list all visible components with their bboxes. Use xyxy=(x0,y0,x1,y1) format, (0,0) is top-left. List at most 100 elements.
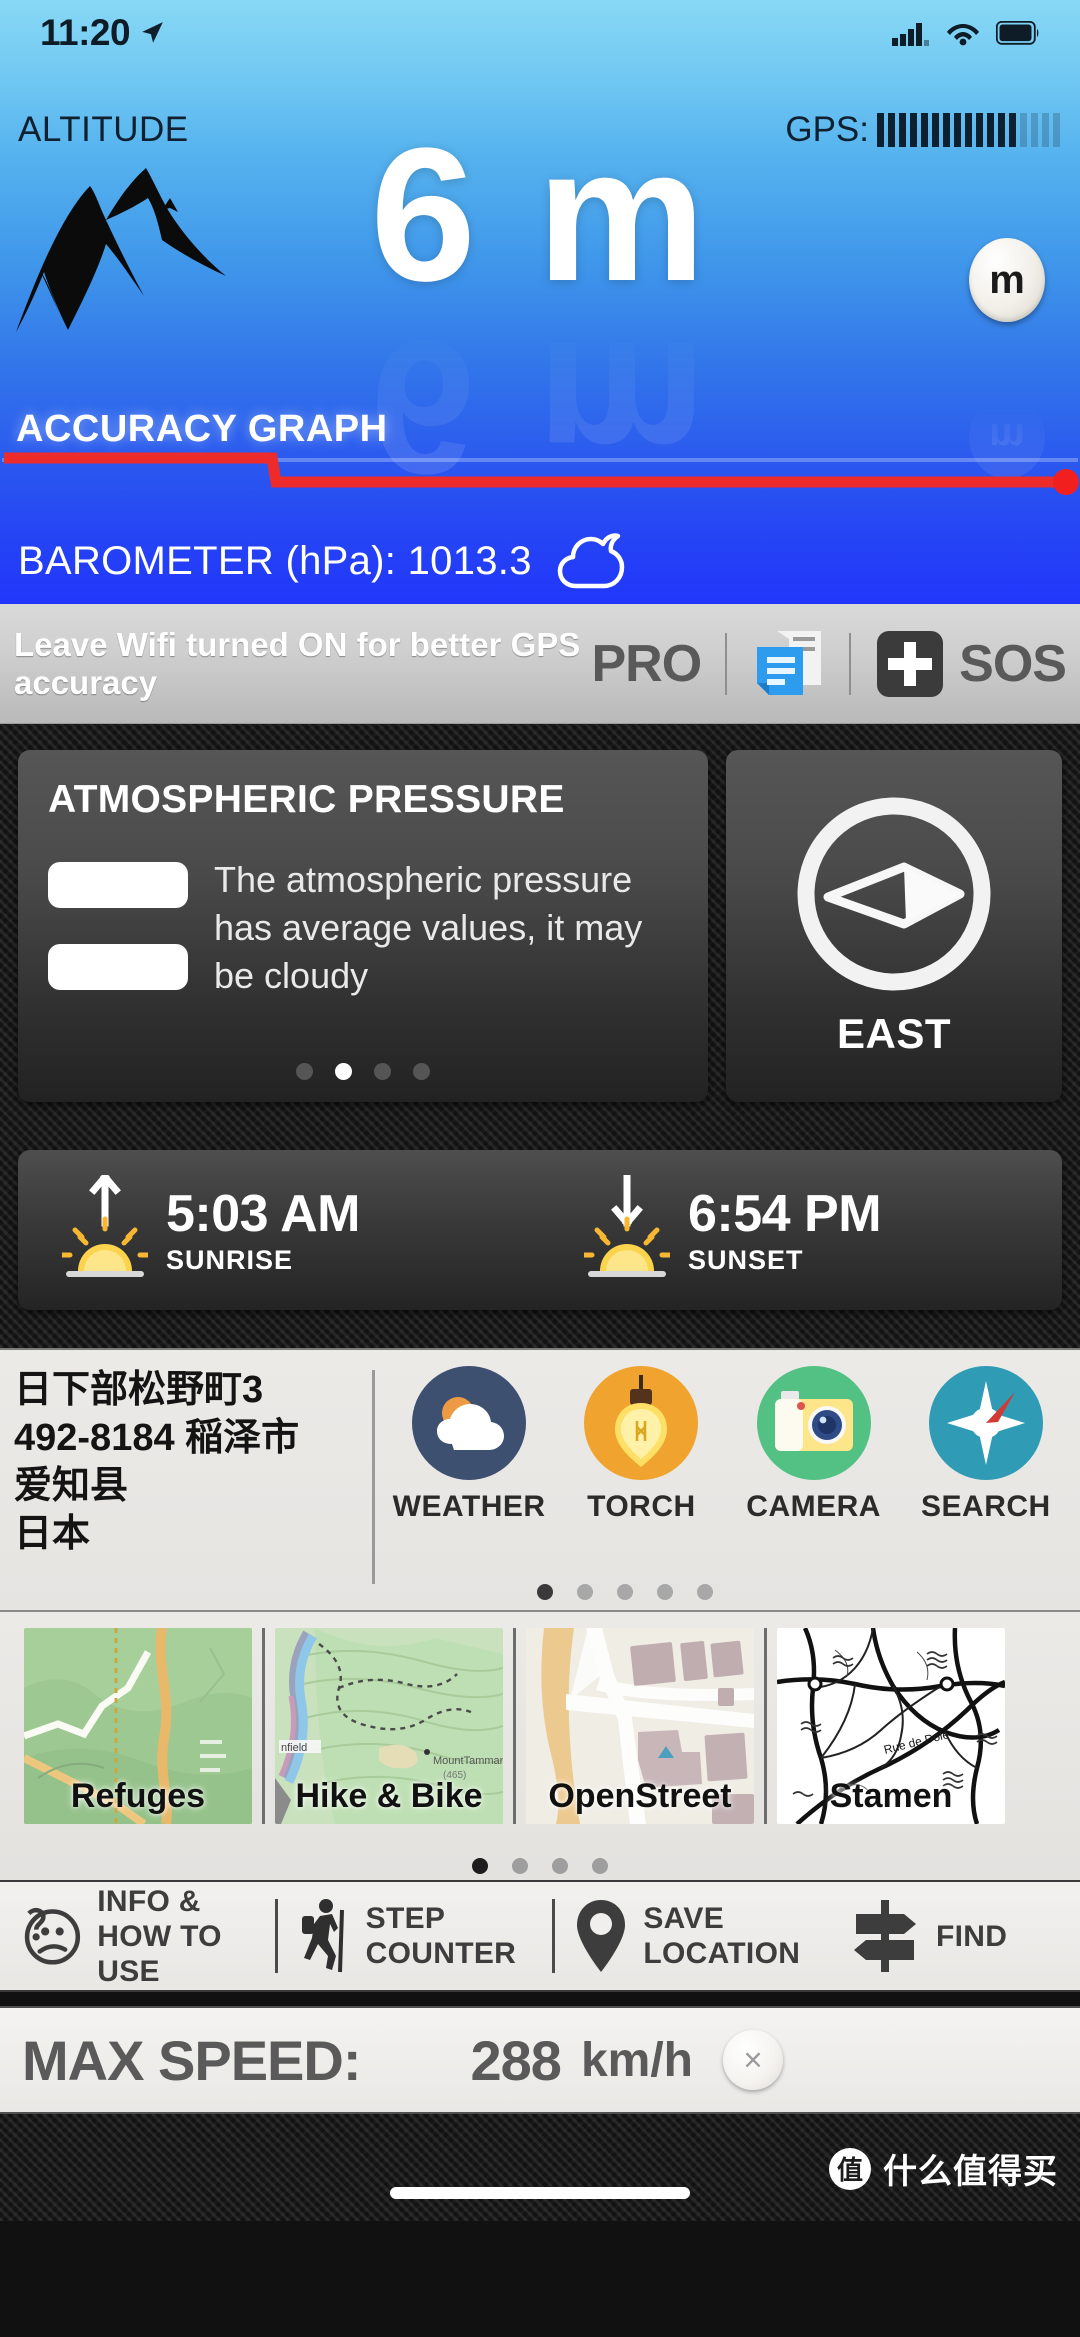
sunset-icon xyxy=(580,1173,674,1285)
max-speed-reset-button[interactable]: × xyxy=(722,2030,783,2090)
sunrise-text: 5:03 AM SUNRISE xyxy=(166,1185,360,1276)
tip-bar-actions: PRO SOS xyxy=(585,625,1080,703)
maps-pager[interactable] xyxy=(0,1858,1080,1874)
tip-bar: Leave Wifi turned ON for better GPS accu… xyxy=(0,604,1080,724)
map-pin-icon xyxy=(577,1900,626,1972)
address-line-1: 日下部松野町3 xyxy=(14,1369,264,1411)
equals-sign-icon xyxy=(48,856,188,1000)
unit-toggle-button[interactable]: m xyxy=(969,238,1045,322)
pager-dot[interactable] xyxy=(537,1584,553,1600)
confused-face-icon xyxy=(24,1907,81,1965)
map-item-stamen[interactable]: Rue de Dole Stamen xyxy=(777,1628,1005,1824)
wifi-icon xyxy=(947,24,979,46)
tool-label: CAMERA xyxy=(746,1490,881,1523)
map-item-hike-bike[interactable]: MountTammany (465) nfield Hike & Bike xyxy=(275,1628,503,1824)
accuracy-graph xyxy=(2,452,1079,495)
tools-row: 日下部松野町3 492-8184 稲泽市 爱知县 日本 WEATHER TORC… xyxy=(0,1348,1080,1610)
divider xyxy=(725,632,728,695)
pager-dot[interactable] xyxy=(617,1584,633,1600)
max-speed-unit: km/h xyxy=(580,2033,693,2087)
sunset-block: 6:54 PM SUNSET xyxy=(540,1173,1062,1285)
signpost-icon xyxy=(854,1900,917,1972)
tool-items: WEATHER TORCH CAMERA SEARCH xyxy=(375,1366,1080,1524)
max-speed-row: MAX SPEED: 288 km/h × xyxy=(0,2006,1080,2114)
actions-row: INFO & HOW TO USE STEP COUNTER SAVE LOCATIO… xyxy=(0,1880,1080,1992)
divider xyxy=(262,1628,265,1824)
pressure-card-pager[interactable] xyxy=(18,1063,708,1080)
max-speed-label: MAX SPEED: xyxy=(22,2028,361,2092)
sunset-time: 6:54 PM xyxy=(688,1184,882,1243)
compass-search-icon xyxy=(928,1366,1043,1480)
status-time: 11:20 xyxy=(40,12,131,53)
watermark-badge: 值 xyxy=(829,2147,871,2190)
hiker-icon xyxy=(301,1899,344,1973)
cloud-icon xyxy=(557,533,625,589)
barometer-text: BAROMETER (hPa): 1013.3 xyxy=(18,538,532,583)
tool-weather[interactable]: WEATHER xyxy=(384,1366,554,1524)
tool-torch[interactable]: TORCH xyxy=(556,1366,726,1524)
map-caption: OpenStreet xyxy=(548,1777,732,1815)
pager-dot[interactable] xyxy=(552,1858,568,1874)
pager-dot[interactable] xyxy=(657,1584,673,1600)
action-label: FIND xyxy=(936,1919,1008,1953)
sunrise-icon xyxy=(58,1172,152,1285)
action-label: INFO & HOW TO USE xyxy=(97,1884,222,1988)
status-bar: 11:20 xyxy=(0,0,1080,66)
sun-times-card[interactable]: 5:03 AM SUNRISE 6:54 PM SUNSET xyxy=(18,1150,1062,1310)
pager-dot[interactable] xyxy=(374,1063,391,1080)
divider xyxy=(849,632,852,695)
home-indicator[interactable] xyxy=(390,2187,690,2199)
action-label: STEP COUNTER xyxy=(365,1902,517,1970)
compass-needle-icon xyxy=(797,797,991,991)
sunset-caption: SUNSET xyxy=(688,1244,804,1275)
altitude-value: 6 m xyxy=(370,109,710,321)
news-document-icon[interactable] xyxy=(751,625,825,703)
cards-row: ATMOSPHERIC PRESSURE The atmospheric pre… xyxy=(0,724,1080,1136)
dashboard-carbon-section: ATMOSPHERIC PRESSURE The atmospheric pre… xyxy=(0,724,1080,1348)
weather-sun-cloud-icon xyxy=(412,1366,527,1480)
map-item-refuges[interactable]: Refuges xyxy=(24,1628,252,1824)
tool-camera[interactable]: CAMERA xyxy=(729,1366,899,1524)
pressure-card-title: ATMOSPHERIC PRESSURE xyxy=(48,778,565,821)
map-caption: Refuges xyxy=(70,1777,206,1815)
tool-label: TORCH xyxy=(587,1490,696,1523)
pager-dot[interactable] xyxy=(413,1063,430,1080)
pro-button[interactable]: PRO xyxy=(591,634,702,694)
pager-dot[interactable] xyxy=(592,1858,608,1874)
sunrise-block: 5:03 AM SUNRISE xyxy=(18,1172,540,1285)
map-caption: Hike & Bike xyxy=(295,1777,483,1815)
svg-text:MountTammany: MountTammany xyxy=(433,1755,503,1767)
tool-search[interactable]: SEARCH xyxy=(901,1366,1071,1524)
pager-dot[interactable] xyxy=(512,1858,528,1874)
address-line-3: 爱知县 xyxy=(14,1465,129,1507)
compass-card[interactable]: EAST xyxy=(726,750,1062,1102)
pager-dot[interactable] xyxy=(296,1063,313,1080)
address-line-2: 492-8184 稲泽市 xyxy=(14,1417,300,1459)
action-find[interactable]: FIND xyxy=(830,1898,1080,1974)
map-caption: Stamen xyxy=(829,1777,953,1815)
tools-pager[interactable] xyxy=(0,1584,1080,1600)
watermark: 值 什么值得买 xyxy=(829,2144,1058,2193)
battery-icon xyxy=(996,21,1039,45)
atmospheric-pressure-card[interactable]: ATMOSPHERIC PRESSURE The atmospheric pre… xyxy=(18,750,708,1102)
pager-dot[interactable] xyxy=(577,1584,593,1600)
map-sources-row: Refuges MountTamman (465) nfield Hike & … xyxy=(0,1610,1080,1880)
pressure-card-description: The atmospheric pressure has average val… xyxy=(214,859,643,996)
tool-label: SEARCH xyxy=(921,1490,1051,1523)
barometer-readout: BAROMETER (hPa): 1013.3 xyxy=(0,518,1080,604)
divider xyxy=(513,1628,516,1824)
sos-button[interactable]: SOS xyxy=(959,634,1067,694)
pager-dot[interactable] xyxy=(472,1858,488,1874)
pager-dot[interactable] xyxy=(335,1063,352,1080)
sunrise-caption: SUNRISE xyxy=(166,1244,294,1275)
action-step-counter[interactable]: STEP COUNTER xyxy=(278,1898,553,1974)
altitude-panel: 11:20 ALTITUDE GPS: 6 m 6 m m m ACCURACY… xyxy=(0,0,1080,604)
action-info-how-to-use[interactable]: INFO & HOW TO USE xyxy=(0,1884,275,1989)
pager-dot[interactable] xyxy=(697,1584,713,1600)
map-item-openstreet[interactable]: OpenStreet xyxy=(526,1628,754,1824)
cellular-signal-icon xyxy=(892,23,929,46)
svg-text:nfield: nfield xyxy=(281,1742,307,1754)
plus-icon[interactable] xyxy=(875,629,945,699)
sunset-text: 6:54 PM SUNSET xyxy=(688,1184,882,1276)
action-save-location[interactable]: SAVE LOCATION xyxy=(555,1898,830,1974)
